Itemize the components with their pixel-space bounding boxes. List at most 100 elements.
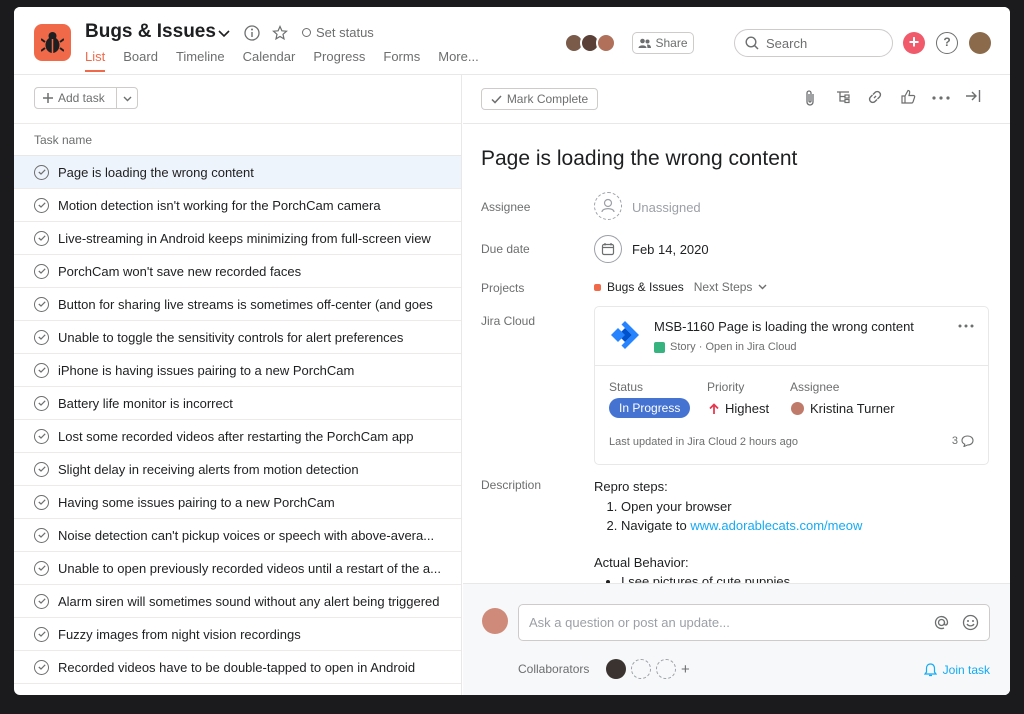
attachment-icon[interactable] — [804, 89, 816, 107]
jira-issue-title[interactable]: MSB-1160 Page is loading the wrong conte… — [654, 319, 914, 334]
checkmark-circle-icon[interactable] — [34, 230, 49, 246]
chevron-down-icon[interactable] — [218, 30, 230, 38]
task-row[interactable]: Unable to open previously recorded video… — [14, 552, 461, 585]
checkmark-circle-icon[interactable] — [34, 560, 49, 576]
star-icon[interactable] — [272, 25, 288, 41]
task-name[interactable]: Fuzzy images from night vision recording… — [58, 627, 301, 642]
project-name[interactable]: Bugs & Issues — [607, 280, 684, 294]
info-icon[interactable] — [244, 25, 260, 41]
share-button[interactable]: Share — [632, 32, 694, 54]
section-name[interactable]: Next Steps — [694, 280, 753, 294]
task-name[interactable]: Live-streaming in Android keeps minimizi… — [58, 231, 431, 246]
assignee-picker[interactable] — [594, 192, 622, 220]
empty-collaborator-slot[interactable] — [656, 659, 676, 679]
project-tag[interactable]: Bugs & Issues Next Steps — [594, 280, 767, 294]
checkmark-circle-icon[interactable] — [34, 164, 49, 180]
task-row[interactable]: Page is loading the wrong content — [14, 156, 461, 189]
chevron-down-icon[interactable] — [758, 284, 767, 290]
column-header-task-name[interactable]: Task name — [14, 123, 461, 156]
tab-forms[interactable]: Forms — [383, 49, 420, 72]
mention-icon[interactable] — [933, 614, 950, 631]
task-row[interactable]: Lost some recorded videos after restarti… — [14, 420, 461, 453]
task-row[interactable]: PorchCam won't save new recorded faces — [14, 255, 461, 288]
task-row[interactable]: Noise detection can't pickup voices or s… — [14, 519, 461, 552]
checkmark-circle-icon[interactable] — [34, 461, 49, 477]
user-avatar[interactable] — [969, 32, 991, 54]
task-name[interactable]: Page is loading the wrong content — [58, 165, 254, 180]
task-name[interactable]: Having some issues pairing to a new Porc… — [58, 495, 335, 510]
task-name[interactable]: Button for sharing live streams is somet… — [58, 297, 433, 312]
checkmark-circle-icon[interactable] — [34, 428, 49, 444]
task-name[interactable]: Motion detection isn't working for the P… — [58, 198, 381, 213]
checkmark-circle-icon[interactable] — [34, 494, 49, 510]
task-row[interactable]: Slight delay in receiving alerts from mo… — [14, 453, 461, 486]
add-task-main[interactable]: Add task — [35, 88, 117, 108]
checkmark-circle-icon[interactable] — [34, 659, 49, 675]
description-link[interactable]: www.adorablecats.com/meow — [690, 518, 862, 533]
tab-more[interactable]: More... — [438, 49, 478, 72]
jira-comment-count[interactable]: 3 — [952, 435, 974, 447]
task-name[interactable]: iPhone is having issues pairing to a new… — [58, 363, 354, 378]
task-name[interactable]: Lost some recorded videos after restarti… — [58, 429, 414, 444]
task-name[interactable]: Noise detection can't pickup voices or s… — [58, 528, 434, 543]
add-task-dropdown[interactable] — [117, 91, 137, 105]
join-task-button[interactable]: Join task — [923, 663, 990, 677]
more-options-icon[interactable] — [932, 96, 950, 100]
add-collaborator-button[interactable]: + — [681, 661, 690, 678]
task-row[interactable]: Battery life monitor is incorrect — [14, 387, 461, 420]
checkmark-circle-icon[interactable] — [34, 197, 49, 213]
description-body[interactable]: Repro steps: Open your browser Navigate … — [594, 477, 862, 592]
due-date-value[interactable]: Feb 14, 2020 — [632, 242, 709, 257]
checkmark-circle-icon[interactable] — [34, 626, 49, 642]
jira-issue-subtitle[interactable]: Story · Open in Jira Cloud — [654, 341, 797, 353]
set-status-button[interactable]: Set status — [302, 25, 374, 40]
task-name[interactable]: Battery life monitor is incorrect — [58, 396, 233, 411]
tab-list[interactable]: List — [85, 49, 106, 72]
help-button[interactable]: ? — [936, 32, 958, 54]
checkmark-circle-icon[interactable] — [34, 329, 49, 345]
comment-input[interactable]: Ask a question or post an update... — [518, 604, 990, 641]
task-name[interactable]: Unable to open previously recorded video… — [58, 561, 441, 576]
checkmark-circle-icon[interactable] — [34, 395, 49, 411]
task-row[interactable]: Button for sharing live streams is somet… — [14, 288, 461, 321]
tab-calendar[interactable]: Calendar — [243, 49, 296, 72]
task-row[interactable]: Live-streaming in Android keeps minimizi… — [14, 222, 461, 255]
priority-value[interactable]: Highest — [709, 401, 769, 416]
checkmark-circle-icon[interactable] — [34, 527, 49, 543]
checkmark-circle-icon[interactable] — [34, 362, 49, 378]
quick-add-button[interactable]: + — [903, 32, 925, 54]
task-row[interactable]: Recorded videos have to be double-tapped… — [14, 651, 461, 684]
tab-board[interactable]: Board — [123, 49, 158, 72]
task-row[interactable]: Alarm siren will sometimes sound without… — [14, 585, 461, 618]
status-badge[interactable]: In Progress — [609, 398, 691, 418]
search-input[interactable]: Search — [734, 29, 893, 57]
checkmark-circle-icon[interactable] — [34, 263, 49, 279]
empty-collaborator-slot[interactable] — [631, 659, 651, 679]
link-icon[interactable] — [867, 89, 883, 105]
task-name[interactable]: Slight delay in receiving alerts from mo… — [58, 462, 359, 477]
task-name[interactable]: Unable to toggle the sensitivity control… — [58, 330, 403, 345]
task-name[interactable]: PorchCam won't save new recorded faces — [58, 264, 301, 279]
more-options-icon[interactable] — [958, 324, 974, 328]
jira-subtitle-text[interactable]: Story · Open in Jira Cloud — [670, 341, 797, 353]
add-task-button[interactable]: Add task — [34, 87, 138, 109]
project-members[interactable] — [564, 33, 616, 53]
checkmark-circle-icon[interactable] — [34, 296, 49, 312]
like-icon[interactable] — [900, 89, 916, 105]
due-date-picker[interactable] — [594, 235, 622, 263]
task-name[interactable]: Recorded videos have to be double-tapped… — [58, 660, 415, 675]
tab-progress[interactable]: Progress — [313, 49, 365, 72]
avatar[interactable] — [606, 659, 626, 679]
subtask-icon[interactable] — [835, 89, 851, 105]
task-row[interactable]: Unable to toggle the sensitivity control… — [14, 321, 461, 354]
tab-timeline[interactable]: Timeline — [176, 49, 225, 72]
task-row[interactable]: Motion detection isn't working for the P… — [14, 189, 461, 222]
emoji-icon[interactable] — [962, 614, 979, 631]
task-row[interactable]: Having some issues pairing to a new Porc… — [14, 486, 461, 519]
checkmark-circle-icon[interactable] — [34, 593, 49, 609]
jira-assignee-value[interactable]: Kristina Turner — [791, 401, 895, 416]
task-name[interactable]: Alarm siren will sometimes sound without… — [58, 594, 440, 609]
task-title[interactable]: Page is loading the wrong content — [481, 147, 797, 171]
mark-complete-button[interactable]: Mark Complete — [481, 88, 598, 110]
task-row[interactable]: iPhone is having issues pairing to a new… — [14, 354, 461, 387]
